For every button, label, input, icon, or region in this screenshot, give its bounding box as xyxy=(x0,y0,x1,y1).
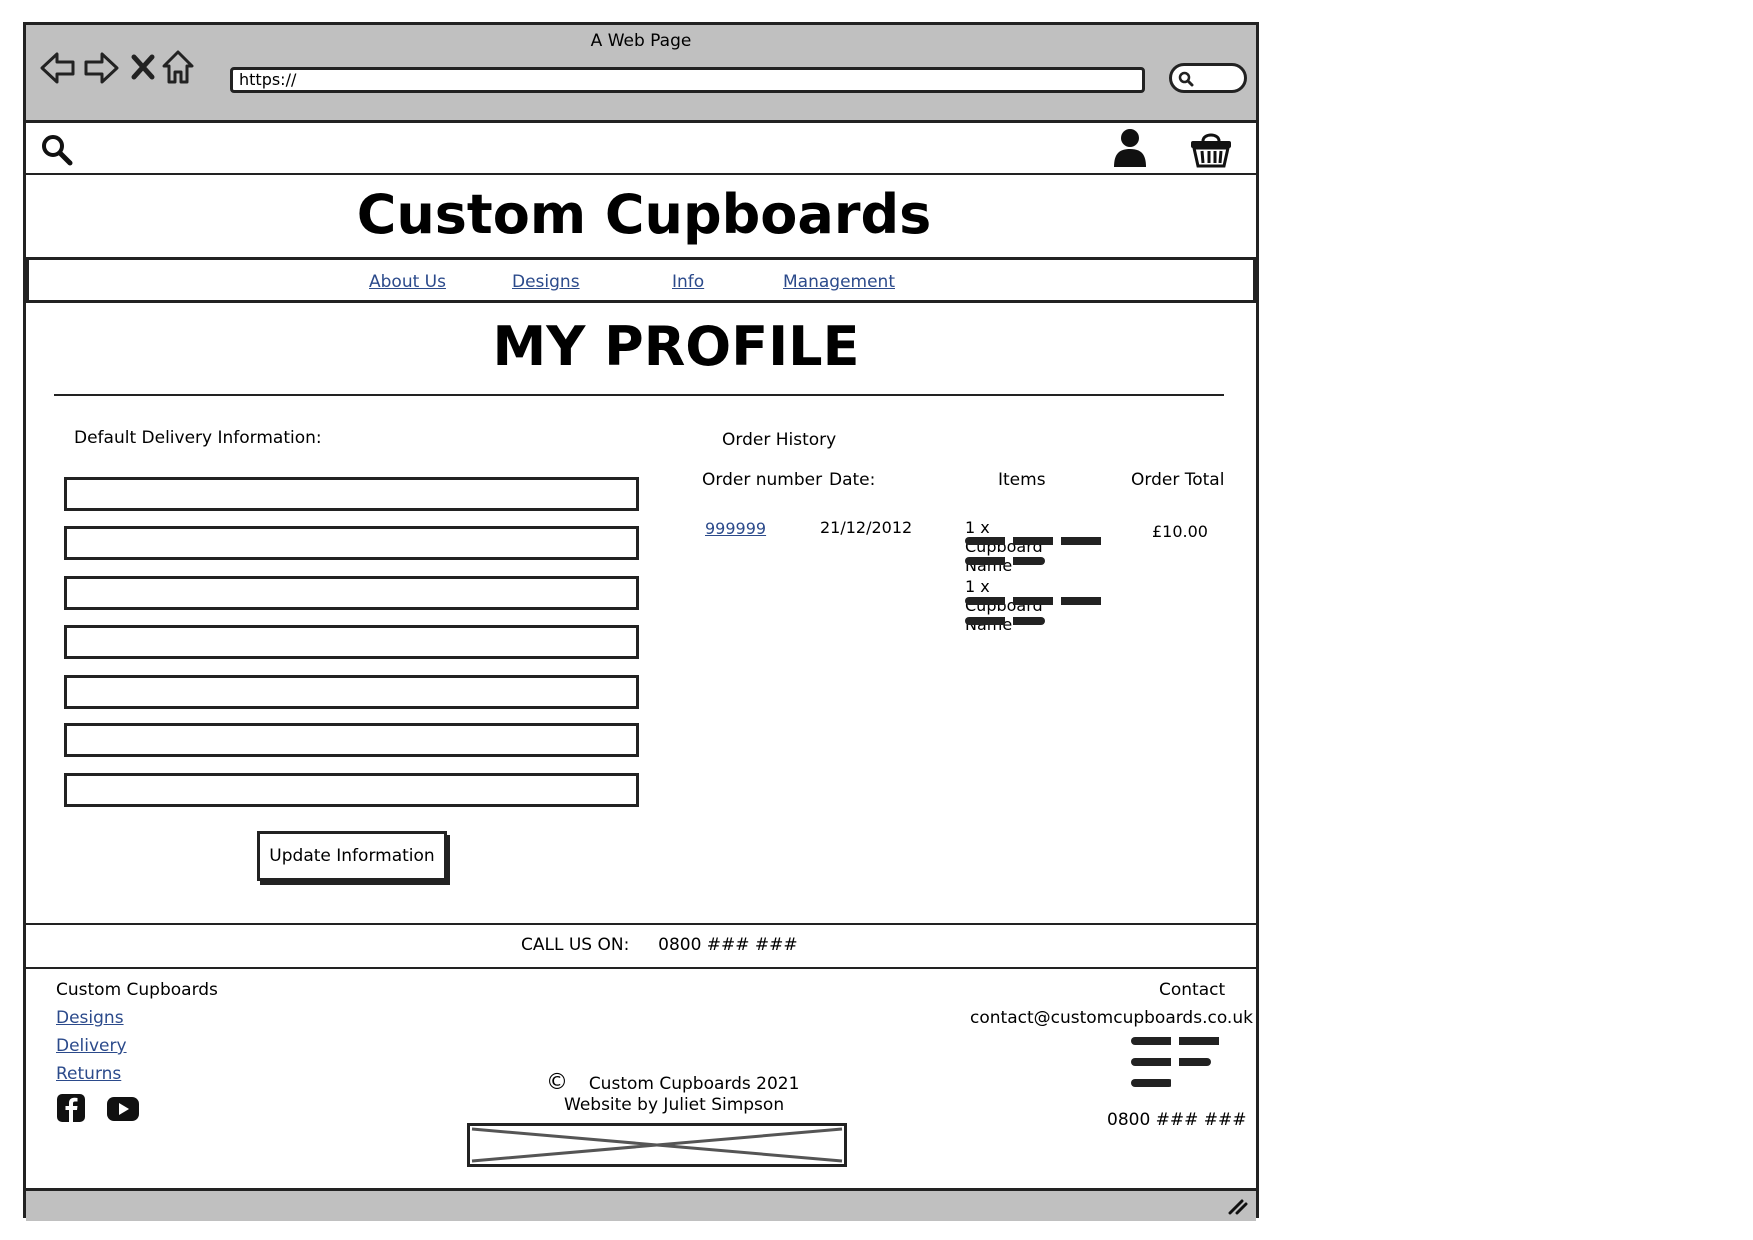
contact-title: Contact xyxy=(1159,980,1226,1000)
call-us-text: CALL US ON: 0800 ### ### xyxy=(521,935,798,955)
column-header-items: Items xyxy=(998,470,1046,490)
order-item-name: 1 x Cupboard Name xyxy=(965,577,1043,634)
search-icon xyxy=(1178,71,1194,91)
nav-link-about-us[interactable]: About Us xyxy=(369,272,446,292)
delivery-field[interactable] xyxy=(64,723,639,757)
copyright-symbol: © xyxy=(546,1070,568,1095)
placeholder-text-scribble xyxy=(1131,1079,1173,1087)
site-top-bar xyxy=(26,123,1256,175)
search-icon[interactable] xyxy=(40,133,74,171)
basket-icon[interactable] xyxy=(1189,129,1233,173)
placeholder-text-scribble xyxy=(1131,1037,1226,1045)
call-us-label: CALL US ON: xyxy=(521,935,630,955)
placeholder-text-scribble xyxy=(965,557,1045,565)
placeholder-text-scribble xyxy=(1131,1058,1211,1066)
user-icon[interactable] xyxy=(1112,127,1148,173)
page-title: MY PROFILE xyxy=(492,315,860,378)
contact-phone: 0800 ### ### xyxy=(1107,1110,1247,1130)
browser-chrome: A Web Page https:// xyxy=(26,25,1256,123)
copyright-label: Custom Cupboards 2021 xyxy=(588,1074,800,1094)
site-title: Custom Cupboards xyxy=(356,183,932,246)
back-arrow-icon[interactable] xyxy=(40,51,76,85)
delivery-field[interactable] xyxy=(64,773,639,807)
image-placeholder xyxy=(467,1123,847,1167)
order-number-link[interactable]: 999999 xyxy=(705,519,766,538)
placeholder-text-scribble xyxy=(965,537,1105,545)
browser-window: A Web Page https:// Custom Cupboards Abo… xyxy=(23,22,1259,1221)
placeholder-text-scribble xyxy=(965,617,1045,625)
order-total: £10.00 xyxy=(1152,522,1208,541)
column-header-date: Date: xyxy=(829,470,876,490)
nav-link-designs[interactable]: Designs xyxy=(512,272,580,292)
call-us-number: 0800 ### ### xyxy=(658,935,798,955)
footer-link-returns[interactable]: Returns xyxy=(56,1064,121,1084)
website-credit: Website by Juliet Simpson xyxy=(564,1095,785,1115)
delivery-info-label: Default Delivery Information: xyxy=(74,428,322,448)
address-bar[interactable]: https:// xyxy=(230,67,1145,93)
footer-link-designs[interactable]: Designs xyxy=(56,1008,124,1028)
contact-email[interactable]: contact@customcupboards.co.uk xyxy=(970,1008,1253,1028)
delivery-field[interactable] xyxy=(64,526,639,560)
order-date: 21/12/2012 xyxy=(820,518,913,537)
home-icon[interactable] xyxy=(161,49,195,85)
delivery-field[interactable] xyxy=(64,675,639,709)
facebook-icon[interactable] xyxy=(56,1093,86,1127)
close-icon[interactable] xyxy=(130,53,156,81)
column-header-order-number: Order number xyxy=(702,470,823,490)
placeholder-text-scribble xyxy=(965,597,1105,605)
copyright-text: © Custom Cupboards 2021 xyxy=(546,1070,799,1095)
call-us-band: CALL US ON: 0800 ### ### xyxy=(26,923,1256,969)
browser-search-field[interactable] xyxy=(1169,63,1247,93)
resize-grip-icon[interactable] xyxy=(1226,1197,1248,1219)
footer-link-delivery[interactable]: Delivery xyxy=(56,1036,127,1056)
delivery-field[interactable] xyxy=(64,625,639,659)
window-title: A Web Page xyxy=(590,31,692,51)
delivery-field[interactable] xyxy=(64,576,639,610)
main-nav: About Us Designs Info Management xyxy=(26,257,1256,303)
youtube-icon[interactable] xyxy=(106,1096,140,1126)
nav-link-info[interactable]: Info xyxy=(672,272,704,292)
footer-brand: Custom Cupboards xyxy=(56,980,218,1000)
column-header-order-total: Order Total xyxy=(1131,470,1225,490)
forward-arrow-icon[interactable] xyxy=(83,51,119,85)
nav-link-management[interactable]: Management xyxy=(783,272,895,292)
status-bar xyxy=(26,1188,1256,1221)
order-history-title: Order History xyxy=(722,430,837,450)
update-information-button[interactable]: Update Information xyxy=(257,831,447,881)
divider xyxy=(54,394,1224,396)
delivery-field[interactable] xyxy=(64,477,639,511)
order-item-name: 1 x Cupboard Name xyxy=(965,518,1043,575)
